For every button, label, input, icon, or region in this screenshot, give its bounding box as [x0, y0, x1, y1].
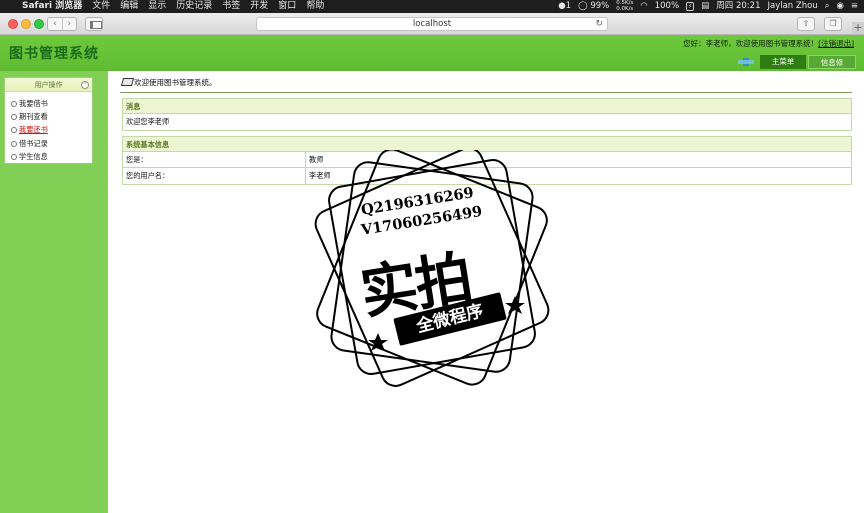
qq-icon[interactable]: ●1: [558, 0, 571, 13]
siri-icon[interactable]: ◉: [836, 0, 843, 13]
tabs-overview-icon[interactable]: ❐: [824, 17, 842, 31]
close-window-button[interactable]: [8, 19, 18, 29]
menu-bookmarks[interactable]: 书签: [222, 0, 240, 13]
folder-icon: [120, 78, 135, 86]
tab-main-menu[interactable]: 主菜单: [760, 55, 806, 69]
battery-icon[interactable]: ◯ 99%: [578, 0, 609, 13]
menu-file[interactable]: 文件: [92, 0, 110, 13]
sidebar: 用户操作 ⌃ 我要借书 期刊查看 我要还书 借书记录 学生信息: [0, 71, 108, 513]
breadcrumb-text: 欢迎使用图书管理系统。: [134, 78, 217, 87]
forward-button[interactable]: ›: [61, 18, 77, 30]
menu-develop[interactable]: 开发: [250, 0, 268, 13]
sidebar-item-borrow-book[interactable]: 我要借书: [5, 97, 92, 110]
message-box: 消息 欢迎您李老师: [122, 98, 852, 131]
info-label-username: 您的用户名：: [123, 168, 306, 184]
tab-edit-info[interactable]: 信息修改: [808, 55, 856, 81]
divider: [120, 92, 852, 93]
info-label-role: 您是：: [123, 152, 306, 167]
menu-history[interactable]: 历史记录: [176, 0, 212, 13]
breadcrumb: 欢迎使用图书管理系统。: [116, 77, 856, 89]
date-time[interactable]: 周四 20:21: [716, 0, 760, 13]
browser-toolbar: ‹ › localhost ↻ ⇧ ❐: [0, 13, 864, 35]
address-text: localhost: [412, 19, 452, 29]
app-header: 图书管理系统 您好：李老师，欢迎使用图书管理系统！[注销退出] 主菜单 信息修改: [0, 35, 864, 81]
network-speed: 0.5K/s 0.0K/s: [616, 0, 634, 12]
sidebar-item-return-book[interactable]: 我要还书: [5, 123, 92, 136]
minimize-window-button[interactable]: [21, 19, 31, 29]
share-icon[interactable]: ⇧: [797, 17, 815, 31]
message-box-title: 消息: [123, 99, 851, 114]
tab-arrow-icon: [738, 56, 754, 68]
address-bar[interactable]: localhost ↻: [256, 17, 608, 31]
new-tab-icon[interactable]: +: [852, 22, 864, 34]
menu-help[interactable]: 帮助: [306, 0, 324, 13]
app-menu[interactable]: Safari 浏览器: [22, 0, 82, 13]
sidebar-menu: 我要借书 期刊查看 我要还书 借书记录 学生信息: [5, 92, 92, 163]
zoom-window-button[interactable]: [34, 19, 44, 29]
sidebar-item-student-info[interactable]: 学生信息: [5, 150, 92, 163]
flag-icon[interactable]: ▤: [701, 0, 709, 13]
panel-title-text: 用户操作: [34, 81, 63, 89]
sidebar-item-journals[interactable]: 期刊查看: [5, 110, 92, 123]
macos-menubar: Safari 浏览器 文件 编辑 显示 历史记录 书签 开发 窗口 帮助 ●1 …: [0, 0, 864, 13]
menu-view[interactable]: 显示: [148, 0, 166, 13]
current-user: 李老师: [705, 39, 729, 48]
sidebar-toggle-icon[interactable]: [85, 17, 103, 31]
user-name[interactable]: Jaylan Zhou: [767, 0, 817, 13]
app-logo: 图书管理系统: [9, 46, 99, 62]
reload-icon[interactable]: ↻: [595, 18, 603, 30]
notification-center-icon[interactable]: ≡: [851, 0, 858, 13]
menubar-status-area: ●1 ◯ 99% 0.5K/s 0.0K/s ◠ 100% ⚡ ▤ 周四 20:2…: [558, 0, 858, 13]
welcome-suffix: ，欢迎使用图书管理系统！: [728, 39, 819, 48]
menu-edit[interactable]: 编辑: [120, 0, 138, 13]
nav-buttons: ‹ ›: [47, 17, 77, 31]
spotlight-icon[interactable]: ⌕: [825, 0, 830, 13]
header-tabs: 主菜单 信息修改: [738, 55, 856, 81]
message-row: 欢迎您李老师: [123, 114, 851, 130]
welcome-bar: 您好：李老师，欢迎使用图书管理系统！[注销退出]: [683, 38, 854, 49]
welcome-prefix: 您好：: [683, 39, 706, 48]
panel-title: 用户操作 ⌃: [5, 78, 92, 92]
user-operations-panel: 用户操作 ⌃ 我要借书 期刊查看 我要还书 借书记录 学生信息: [4, 77, 93, 164]
collapse-icon[interactable]: ⌃: [81, 81, 89, 89]
logout-link[interactable]: [注销退出]: [818, 39, 854, 48]
input-method-icon[interactable]: ⚡: [686, 2, 695, 11]
menu-window[interactable]: 窗口: [278, 0, 296, 13]
sidebar-item-borrow-records[interactable]: 借书记录: [5, 137, 92, 150]
message-text: 欢迎您李老师: [126, 117, 170, 126]
watermark-stamp: Q2196316269 V17060256499 实拍 全微程序: [310, 150, 555, 390]
wifi-percent: 100%: [654, 1, 680, 11]
back-button[interactable]: ‹: [48, 18, 62, 30]
main-content: 欢迎使用图书管理系统。 消息 欢迎您李老师 系统基本信息 您是： 教师 您的用户…: [116, 77, 856, 185]
wifi-icon[interactable]: ◠: [640, 0, 647, 13]
